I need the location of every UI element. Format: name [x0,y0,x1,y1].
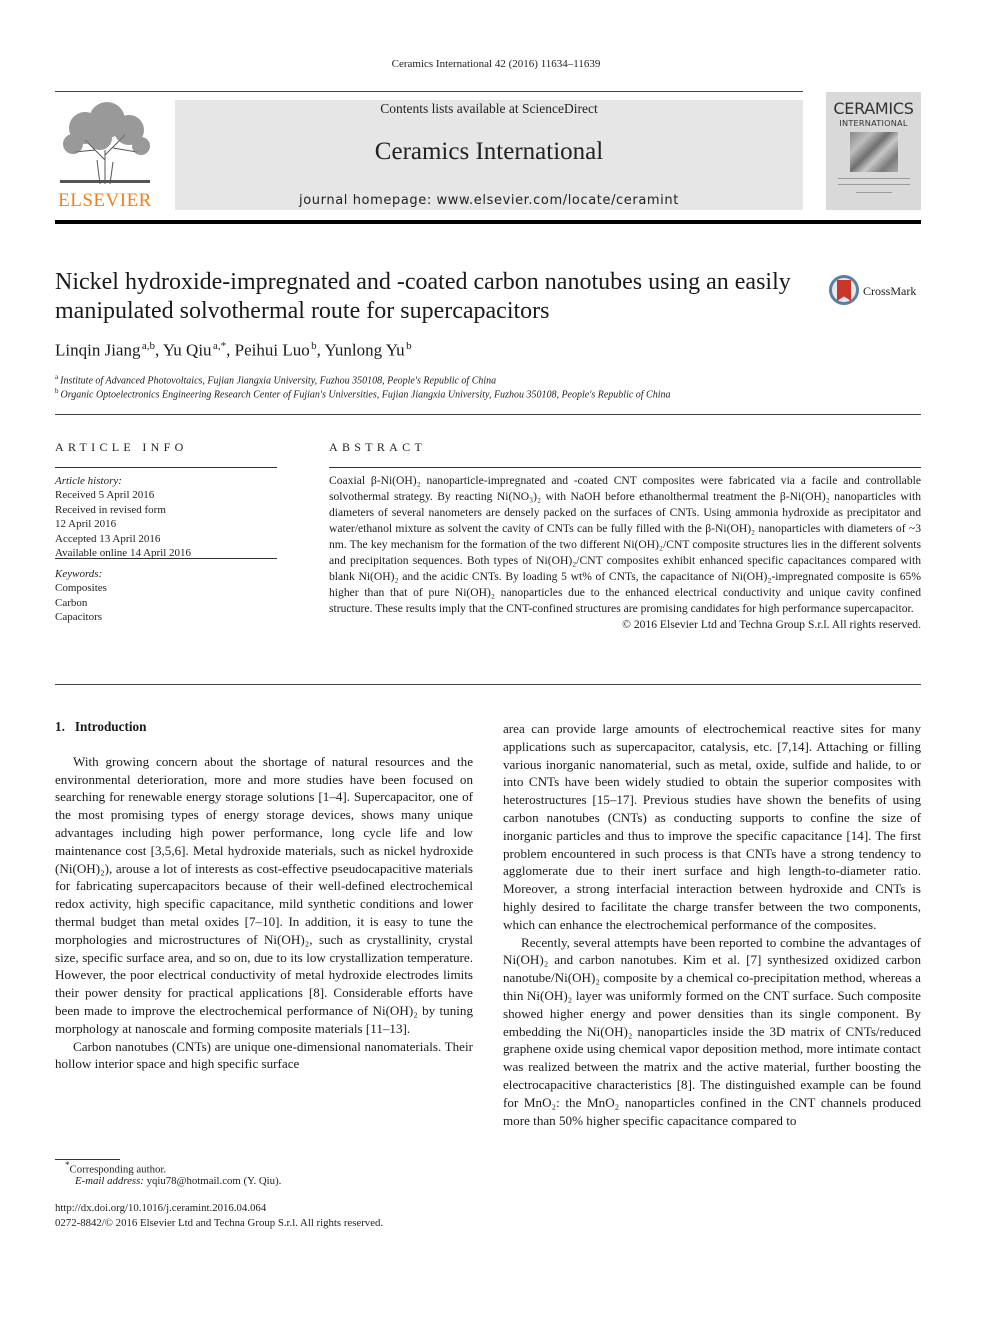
cover-title-line2: INTERNATIONAL [839,118,908,128]
corresponding-author-note: *Corresponding author. [65,1160,166,1176]
body-paragraph: Recently, several attempts have been rep… [503,934,921,1128]
journal-name[interactable]: Ceramics International [175,138,803,166]
body-paragraph: Carbon nanotubes (CNTs) are unique one-d… [55,1038,473,1072]
corresponding-text: Corresponding author. [69,1163,167,1176]
email-label: E-mail address: [75,1175,144,1187]
cover-image [850,132,898,172]
abstract-text: Coaxial β-Ni(OH)₂ nanoparticle-impregnat… [329,474,921,615]
history-entry: Received 5 April 2016 [55,489,155,502]
abstract-copyright: © 2016 Elsevier Ltd and Techna Group S.r… [622,618,921,631]
history-entry: Accepted 13 April 2016 [55,532,161,545]
article-history-rule [55,558,277,559]
elsevier-logo[interactable]: ELSEVIER [55,100,155,212]
affiliation-text: Organic Optoelectronics Engineering Rese… [60,389,671,401]
body-column-left: 1. Introduction With growing concern abou… [55,718,473,1073]
author-separator: , [155,340,163,360]
affiliation-a: a Institute of Advanced Photovoltaics, Fu… [55,373,496,386]
affiliation-mark: b [55,387,59,395]
keywords-label: Keywords: [55,568,103,580]
contents-line[interactable]: Contents lists available at ScienceDirec… [175,101,803,117]
keyword: Composites [55,582,107,595]
author-affiliation-mark[interactable]: a,b [142,340,155,352]
journal-banner: Contents lists available at ScienceDirec… [175,100,803,210]
section-number: 1. [55,719,65,734]
masthead-rule [55,220,921,224]
elsevier-wordmark: ELSEVIER [58,190,152,211]
body-paragraph: area can provide large amounts of electr… [503,721,921,932]
issn-copyright: 0272-8842/© 2016 Elsevier Ltd and Techna… [55,1217,384,1229]
section-title: Introduction [74,719,147,734]
author-name[interactable]: Yunlong Yu [325,341,405,360]
keywords: Keywords: Composites Carbon Capacitors [55,567,285,625]
author-separator: , [316,340,325,360]
history-entry: 12 April 2016 [55,518,117,531]
affiliation-mark: a [55,373,59,381]
running-head: Ceramics International 42 (2016) 11634–1… [391,58,601,70]
tree-icon [55,100,155,186]
author-name[interactable]: Linqin Jiang [55,341,140,360]
cover-fine-print [838,184,910,185]
article-info-rule [55,467,277,468]
body-rule [55,684,921,685]
journal-homepage-link[interactable]: journal homepage: www.elsevier.com/locat… [175,193,803,208]
cover-fine-print [856,192,892,193]
email-link[interactable]: yqiu78@hotmail.com (Y. Qiu). [147,1175,282,1187]
front-matter-rule [55,414,921,415]
email-note: E-mail address: yqiu78@hotmail.com (Y. Q… [75,1175,281,1187]
section-heading-introduction: 1. Introduction [55,718,473,736]
author-name[interactable]: Peihui Luo [235,341,310,360]
crossmark-badge[interactable]: CrossMark [829,275,925,311]
article-history: Article history: Received 5 April 2016 R… [55,474,285,560]
keyword: Carbon [55,596,88,609]
cover-title-line1: CERAMICS [833,99,914,118]
body-paragraph: With growing concern about the shortage … [55,753,473,1036]
doi-link[interactable]: http://dx.doi.org/10.1016/j.ceramint.201… [55,1202,266,1214]
affiliation-text: Institute of Advanced Photovoltaics, Fuj… [60,375,497,387]
article-title: Nickel hydroxide-impregnated and -coated… [55,269,791,324]
history-entry: Received in revised form [55,503,166,516]
author-name[interactable]: Yu Qiu [163,341,212,360]
article-history-label: Article history: [55,475,122,487]
author-separator: , [226,340,235,360]
abstract-rule [329,467,921,468]
author-list: Linqin Jiang a,b, Yu Qiu a,*, Peihui Luo… [55,340,412,361]
affiliation-b: b Organic Optoelectronics Engineering Res… [55,387,671,400]
abstract-body: Coaxial β-Ni(OH)₂ nanoparticle-impregnat… [329,473,921,633]
crossmark-label: CrossMark [863,284,917,298]
journal-cover-thumbnail[interactable]: CERAMICS INTERNATIONAL [826,92,921,210]
author-affiliation-mark[interactable]: a,* [213,340,226,352]
keyword: Capacitors [55,611,103,624]
article-info-heading: ARTICLE INFO [55,440,188,454]
abstract-heading: ABSTRACT [329,440,427,454]
header-rule [55,91,803,92]
cover-fine-print [838,178,910,179]
body-column-right: area can provide large amounts of electr… [503,720,921,1129]
author-affiliation-mark[interactable]: b [406,340,412,352]
